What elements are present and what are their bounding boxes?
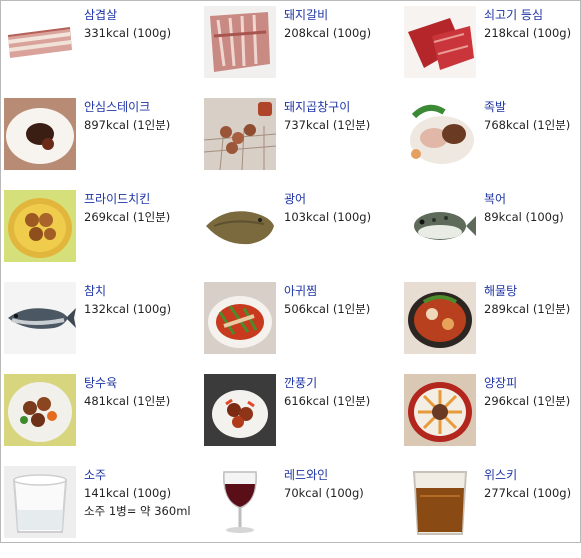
food-item-seafood-stew: 해물탕 289kcal (1인분) bbox=[404, 282, 579, 374]
food-item-jokbal: 족발 768kcal (1인분) bbox=[404, 98, 579, 190]
food-item-soju: 소주 141kcal (100g) 소주 1병= 약 360ml bbox=[4, 466, 204, 558]
calorie-text: 208kcal (100g) bbox=[284, 26, 372, 40]
serving-note: 소주 1병= 약 360ml bbox=[84, 504, 191, 518]
kkanpunggi-image[interactable] bbox=[204, 374, 276, 446]
food-item-puffer-fish: 복어 89kcal (100g) bbox=[404, 190, 579, 282]
calorie-text: 289kcal (1인분) bbox=[484, 302, 571, 316]
tangsuyuk-image[interactable] bbox=[4, 374, 76, 446]
food-item-whisky: 위스키 277kcal (100g) bbox=[404, 466, 579, 558]
food-name-link[interactable]: 광어 bbox=[284, 190, 371, 208]
food-name-link[interactable]: 복어 bbox=[484, 190, 564, 208]
food-item-yangjangpi: 양장피 296kcal (1인분) bbox=[404, 374, 579, 466]
food-grid: 삼겹살 331kcal (100g) 돼지갈비 208kcal (100g) 쇠… bbox=[4, 6, 579, 558]
calorie-text: 481kcal (1인분) bbox=[84, 394, 171, 408]
calorie-text: 141kcal (100g) bbox=[84, 486, 172, 500]
grilled-intestines-image[interactable] bbox=[204, 98, 276, 170]
calorie-text: 269kcal (1인분) bbox=[84, 210, 171, 224]
food-name-link[interactable]: 돼지곱창구이 bbox=[284, 98, 370, 116]
red-wine-image[interactable] bbox=[204, 466, 276, 538]
calorie-text: 768kcal (1인분) bbox=[484, 118, 571, 132]
food-item-agujjim: 아귀찜 506kcal (1인분) bbox=[204, 282, 404, 374]
food-name-link[interactable]: 쇠고기 등심 bbox=[484, 6, 571, 24]
calorie-text: 331kcal (100g) bbox=[84, 26, 172, 40]
agujjim-image[interactable] bbox=[204, 282, 276, 354]
calorie-text: 70kcal (100g) bbox=[284, 486, 364, 500]
food-name-link[interactable]: 깐풍기 bbox=[284, 374, 370, 392]
calorie-text: 132kcal (100g) bbox=[84, 302, 172, 316]
food-name-link[interactable]: 위스키 bbox=[484, 466, 571, 484]
calorie-text: 296kcal (1인분) bbox=[484, 394, 571, 408]
calorie-text: 506kcal (1인분) bbox=[284, 302, 371, 316]
tuna-image[interactable] bbox=[4, 282, 76, 354]
food-item-beef-sirloin: 쇠고기 등심 218kcal (100g) bbox=[404, 6, 579, 98]
calorie-text: 277kcal (100g) bbox=[484, 486, 572, 500]
calorie-text: 616kcal (1인분) bbox=[284, 394, 371, 408]
food-item-kkanpunggi: 깐풍기 616kcal (1인분) bbox=[204, 374, 404, 466]
food-name-link[interactable]: 레드와인 bbox=[284, 466, 364, 484]
food-item-red-wine: 레드와인 70kcal (100g) bbox=[204, 466, 404, 558]
pork-ribs-image[interactable] bbox=[204, 6, 276, 78]
calorie-text: 89kcal (100g) bbox=[484, 210, 564, 224]
food-item-tenderloin-steak: 안심스테이크 897kcal (1인분) bbox=[4, 98, 204, 190]
food-item-tuna: 참치 132kcal (100g) bbox=[4, 282, 204, 374]
calorie-text: 103kcal (100g) bbox=[284, 210, 372, 224]
food-name-link[interactable]: 삼겹살 bbox=[84, 6, 171, 24]
food-item-fried-chicken: 프라이드치킨 269kcal (1인분) bbox=[4, 190, 204, 282]
calorie-text: 737kcal (1인분) bbox=[284, 118, 371, 132]
food-item-tangsuyuk: 탕수육 481kcal (1인분) bbox=[4, 374, 204, 466]
food-item-flatfish: 광어 103kcal (100g) bbox=[204, 190, 404, 282]
whisky-image[interactable] bbox=[404, 466, 476, 538]
tenderloin-steak-image[interactable] bbox=[4, 98, 76, 170]
food-name-link[interactable]: 안심스테이크 bbox=[84, 98, 170, 116]
food-name-link[interactable]: 프라이드치킨 bbox=[84, 190, 170, 208]
calorie-text: 218kcal (100g) bbox=[484, 26, 572, 40]
food-item-pork-ribs: 돼지갈비 208kcal (100g) bbox=[204, 6, 404, 98]
puffer-fish-image[interactable] bbox=[404, 190, 476, 262]
food-name-link[interactable]: 참치 bbox=[84, 282, 171, 300]
beef-sirloin-image[interactable] bbox=[404, 6, 476, 78]
food-calorie-panel: 삼겹살 331kcal (100g) 돼지갈비 208kcal (100g) 쇠… bbox=[0, 0, 581, 543]
food-name-link[interactable]: 소주 bbox=[84, 466, 191, 484]
yangjangpi-image[interactable] bbox=[404, 374, 476, 446]
samgyeopsal-image[interactable] bbox=[4, 6, 76, 78]
food-name-link[interactable]: 돼지갈비 bbox=[284, 6, 371, 24]
food-name-link[interactable]: 양장피 bbox=[484, 374, 570, 392]
food-name-link[interactable]: 아귀찜 bbox=[284, 282, 370, 300]
jokbal-image[interactable] bbox=[404, 98, 476, 170]
flatfish-image[interactable] bbox=[204, 190, 276, 262]
soju-image[interactable] bbox=[4, 466, 76, 538]
food-name-link[interactable]: 탕수육 bbox=[84, 374, 170, 392]
food-name-link[interactable]: 족발 bbox=[484, 98, 570, 116]
food-item-grilled-intestines: 돼지곱창구이 737kcal (1인분) bbox=[204, 98, 404, 190]
food-name-link[interactable]: 해물탕 bbox=[484, 282, 570, 300]
seafood-stew-image[interactable] bbox=[404, 282, 476, 354]
calorie-text: 897kcal (1인분) bbox=[84, 118, 171, 132]
food-item-samgyeopsal: 삼겹살 331kcal (100g) bbox=[4, 6, 204, 98]
fried-chicken-image[interactable] bbox=[4, 190, 76, 262]
